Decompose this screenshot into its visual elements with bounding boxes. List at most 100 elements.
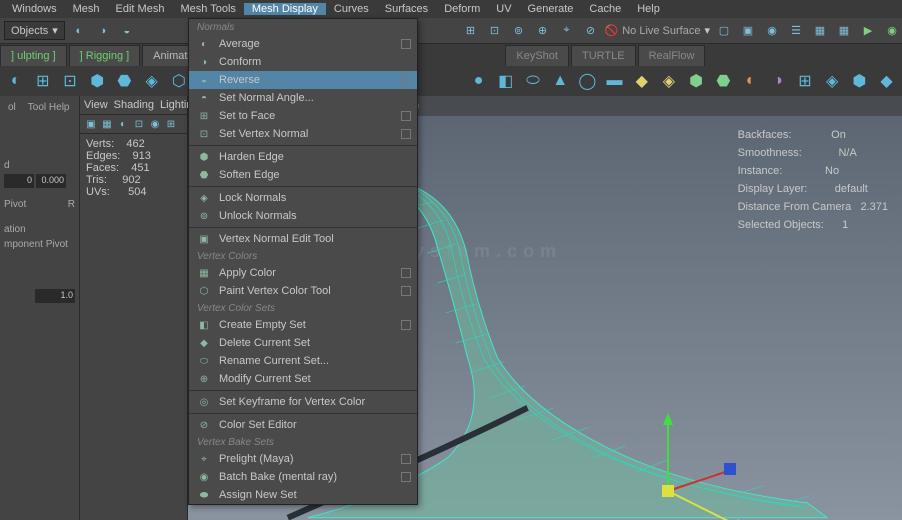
panel-menu-view[interactable]: View <box>84 99 108 111</box>
shelf-plane-icon[interactable]: ▬ <box>603 68 626 94</box>
menu-edit-mesh[interactable]: Edit Mesh <box>108 3 173 15</box>
shelf-icon[interactable]: ⬡ <box>167 68 190 94</box>
render-icon[interactable]: ◉ <box>882 21 902 41</box>
option-box-icon[interactable] <box>401 320 411 330</box>
menu-item-rename-current-set[interactable]: ⬭Rename Current Set... <box>189 352 417 370</box>
snap-icon[interactable]: ⌖ <box>557 21 577 41</box>
panel-menu[interactable]: View Shading Lighting <box>80 96 187 115</box>
toolbar-icon[interactable]: ◉ <box>762 21 782 41</box>
menu-item-batch-bake-mental-ray[interactable]: ◉Batch Bake (mental ray) <box>189 468 417 486</box>
menu-mesh-display[interactable]: Mesh Display <box>244 3 326 15</box>
option-box-icon[interactable] <box>401 129 411 139</box>
tool-tab[interactable]: ol <box>4 100 20 115</box>
menu-item-soften-edge[interactable]: ⬣Soften Edge <box>189 166 417 184</box>
menu-generate[interactable]: Generate <box>520 3 582 15</box>
menu-item-set-to-face[interactable]: ⊞Set to Face <box>189 107 417 125</box>
menu-deform[interactable]: Deform <box>436 3 488 15</box>
menu-item-paint-vertex-color-tool[interactable]: ⬡Paint Vertex Color Tool <box>189 282 417 300</box>
shelf-icon[interactable]: ⬢ <box>86 68 109 94</box>
shelf-icon[interactable]: ◐ <box>739 68 762 94</box>
toolbar-icon[interactable]: ▢ <box>714 21 734 41</box>
toolbar-icon[interactable]: ▦ <box>834 21 854 41</box>
shelf-icon[interactable]: ⊞ <box>31 68 54 94</box>
mesh-display-menu[interactable]: Normals◐Average◑Conform◒Reverse◓Set Norm… <box>188 18 418 505</box>
shelf-sphere-icon[interactable]: ● <box>467 68 490 94</box>
menu-surfaces[interactable]: Surfaces <box>377 3 436 15</box>
main-menubar[interactable]: WindowsMeshEdit MeshMesh ToolsMesh Displ… <box>0 0 902 18</box>
menu-item-unlock-normals[interactable]: ⊚Unlock Normals <box>189 207 417 225</box>
render-tab-turtle[interactable]: TURTLE <box>571 45 636 66</box>
menu-item-set-keyframe-for-vertex-color[interactable]: ◎Set Keyframe for Vertex Color <box>189 393 417 411</box>
menu-item-average[interactable]: ◐Average <box>189 35 417 53</box>
menu-item-harden-edge[interactable]: ⬢Harden Edge <box>189 148 417 166</box>
shelf-cone-icon[interactable]: ▲ <box>549 68 572 94</box>
render-tab-keyshot[interactable]: KeyShot <box>505 45 569 66</box>
play-icon[interactable]: ▶ <box>858 21 878 41</box>
menu-item-reverse[interactable]: ◒Reverse <box>189 71 417 89</box>
shelf-icon[interactable]: ◆ <box>630 68 653 94</box>
shelf-icon[interactable]: ⬢ <box>848 68 871 94</box>
menu-item-color-set-editor[interactable]: ⊘Color Set Editor <box>189 416 417 434</box>
shelf-icon[interactable]: ⬣ <box>113 68 136 94</box>
shelf-icon[interactable]: ⊡ <box>58 68 81 94</box>
toolbar-icon[interactable]: ▣ <box>738 21 758 41</box>
option-box-icon[interactable] <box>401 111 411 121</box>
menu-windows[interactable]: Windows <box>4 3 65 15</box>
shelf-icon[interactable]: ⬣ <box>712 68 735 94</box>
option-box-icon[interactable] <box>401 286 411 296</box>
panel-icon-row[interactable]: ▣▦◐⊡◉⊞ <box>80 115 187 134</box>
shelf-icon[interactable]: ⬢ <box>685 68 708 94</box>
snap-icon[interactable]: ⊘ <box>581 21 601 41</box>
menu-uv[interactable]: UV <box>488 3 519 15</box>
shelf-icon[interactable]: ◐ <box>4 68 27 94</box>
module-tab-ulpting[interactable]: ] ulpting ] <box>0 45 67 66</box>
menu-item-lock-normals[interactable]: ◈Lock Normals <box>189 189 417 207</box>
menu-item-delete-current-set[interactable]: ◆Delete Current Set <box>189 334 417 352</box>
option-box-icon[interactable] <box>401 39 411 49</box>
shelf-icon[interactable]: ◆ <box>875 68 898 94</box>
menu-item-vertex-normal-edit-tool[interactable]: ▣Vertex Normal Edit Tool <box>189 230 417 248</box>
toolbar-icon[interactable]: ☰ <box>786 21 806 41</box>
shelf-cube-icon[interactable]: ◧ <box>494 68 517 94</box>
option-box-icon[interactable] <box>401 454 411 464</box>
toolbar-icon[interactable]: ◐ <box>69 21 89 41</box>
toolbar-icon[interactable]: ◑ <box>93 21 113 41</box>
snap-icon[interactable]: ⊚ <box>509 21 529 41</box>
panel-menu-shading[interactable]: Shading <box>114 99 154 111</box>
toolbar-icon[interactable]: ◒ <box>117 21 137 41</box>
menu-item-apply-color[interactable]: ▦Apply Color <box>189 264 417 282</box>
field-value[interactable]: 0.000 <box>36 174 66 188</box>
menu-item-create-empty-set[interactable]: ◧Create Empty Set <box>189 316 417 334</box>
shelf-torus-icon[interactable]: ◯ <box>576 68 599 94</box>
shelf-icon[interactable]: ◈ <box>140 68 163 94</box>
field-value[interactable]: 0 <box>4 174 34 188</box>
live-surface-field[interactable]: 🚫 No Live Surface ▾ <box>605 24 711 37</box>
snap-icon[interactable]: ⊕ <box>533 21 553 41</box>
shelf-icon[interactable]: ◈ <box>657 68 680 94</box>
mode-selector[interactable]: Objects ▾ <box>4 21 65 40</box>
shelf-icon[interactable]: ⊞ <box>793 68 816 94</box>
move-gizmo[interactable] <box>578 401 579 402</box>
menu-curves[interactable]: Curves <box>326 3 377 15</box>
toolbar-icon[interactable]: ▦ <box>810 21 830 41</box>
menu-mesh-tools[interactable]: Mesh Tools <box>172 3 243 15</box>
menu-help[interactable]: Help <box>629 3 668 15</box>
option-box-icon[interactable] <box>401 268 411 278</box>
module-tab-rigging[interactable]: ] Rigging ] <box>69 45 141 66</box>
shelf-icon[interactable]: ◈ <box>821 68 844 94</box>
snap-icon[interactable]: ⊞ <box>461 21 481 41</box>
tool-help-tab[interactable]: Tool Help <box>24 100 74 115</box>
menu-item-set-normal-angle[interactable]: ◓Set Normal Angle... <box>189 89 417 107</box>
menu-item-conform[interactable]: ◑Conform <box>189 53 417 71</box>
menu-item-modify-current-set[interactable]: ⊕Modify Current Set <box>189 370 417 388</box>
shelf-cylinder-icon[interactable]: ⬭ <box>521 68 544 94</box>
menu-item-set-vertex-normal[interactable]: ⊡Set Vertex Normal <box>189 125 417 143</box>
menu-item-prelight-maya[interactable]: ⌖Prelight (Maya) <box>189 450 417 468</box>
slider-value[interactable]: 1.0 <box>35 289 75 303</box>
shelf[interactable]: ◐ ⊞ ⊡ ⬢ ⬣ ◈ ⬡ ▣ ◎ ● ◧ ⬭ ▲ ◯ ▬ ◆ ◈ ⬢ ⬣ ◐ … <box>0 66 902 96</box>
option-box-icon[interactable] <box>401 472 411 482</box>
option-box-icon[interactable] <box>401 75 411 85</box>
menu-mesh[interactable]: Mesh <box>65 3 108 15</box>
render-tab-realflow[interactable]: RealFlow <box>638 45 706 66</box>
snap-icon[interactable]: ⊡ <box>485 21 505 41</box>
